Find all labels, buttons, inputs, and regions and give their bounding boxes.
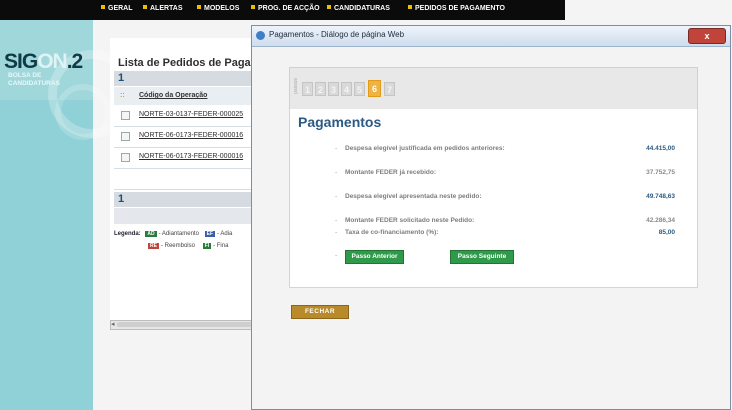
nav-item-alertas[interactable]: ALERTAS: [143, 5, 183, 12]
operation-code-link[interactable]: NORTE-06-0173-FEDER-000016: [139, 132, 243, 139]
bullet: -: [335, 217, 338, 224]
table-row: NORTE-06-0173-FEDER-000016: [114, 148, 262, 169]
page-number[interactable]: 1: [118, 72, 124, 84]
nav-item-modelos[interactable]: MODELOS: [197, 5, 239, 12]
logo-accent-text: ON: [37, 50, 67, 73]
operation-code-link[interactable]: NORTE-03-0137-FEDER-000025: [139, 111, 243, 118]
field-value: 49.748,63: [646, 193, 675, 200]
legend-badge-re: RE: [148, 243, 159, 249]
nav-label: PEDIDOS DE PAGAMENTO: [415, 5, 505, 12]
legend-badge-ad: AD: [145, 231, 157, 237]
field-label: Taxa de co-financiamento (%):: [345, 229, 439, 236]
step-2[interactable]: 2: [315, 82, 326, 96]
nav-label: GERAL: [108, 5, 133, 12]
legend-line-2: RE - Reembolso FI - Fina: [148, 243, 228, 249]
nav-item-prog-accao[interactable]: PROG. DE ACÇÃO: [251, 5, 320, 12]
field-value: 85,00: [658, 229, 675, 236]
nav-item-pedidos-pagamento[interactable]: PEDIDOS DE PAGAMENTO: [408, 5, 505, 12]
horizontal-scrollbar[interactable]: ◂: [110, 320, 254, 330]
step-6-active[interactable]: 6: [368, 80, 381, 97]
nav-bullet-icon: [197, 5, 201, 9]
logo-sub-line1: BOLSA DE: [8, 72, 42, 79]
legend-text: - Adia: [217, 231, 233, 237]
close-dialog-button[interactable]: FECHAR: [291, 305, 349, 319]
dialog-title: Pagamentos - Diálogo de página Web: [269, 30, 405, 39]
steps-bar: passos 1 2 3 4 5 6 7: [289, 67, 698, 111]
previous-step-button[interactable]: Passo Anterior: [345, 250, 404, 264]
row-checkbox[interactable]: [121, 153, 130, 162]
pagination-bar-bottom: 1: [114, 192, 262, 207]
logo-sub-line2: CANDIDATURAS: [8, 80, 60, 87]
steps-label: passos: [293, 78, 299, 94]
bullet: -: [335, 229, 338, 236]
decorative-ring-small: [55, 84, 111, 140]
table-row-empty: [114, 169, 262, 190]
nav-bullet-icon: [408, 5, 412, 9]
nav-label: ALERTAS: [150, 5, 183, 12]
sidebar-top-bar: [0, 0, 93, 20]
bullet: -: [335, 169, 338, 176]
pagination-bar-top: 1: [114, 71, 262, 86]
row-checkbox[interactable]: [121, 111, 130, 120]
column-header-operation-code[interactable]: Código da Operação: [139, 92, 207, 99]
step-4[interactable]: 4: [341, 82, 352, 96]
next-step-button[interactable]: Passo Seguinte: [450, 250, 514, 264]
field-label: Despesa elegível justificada em pedidos …: [345, 145, 505, 152]
payment-requests-panel: Lista de Pedidos de Pagame 1 :: Código d…: [110, 38, 267, 328]
table-row: NORTE-06-0173-FEDER-000016: [114, 127, 262, 148]
table-footer-bar: [114, 208, 262, 224]
scroll-left-icon[interactable]: ◂: [111, 320, 115, 328]
table-row: NORTE-03-0137-FEDER-000025: [114, 106, 262, 127]
field-label: Despesa elegível apresentada neste pedid…: [345, 193, 482, 200]
nav-item-candidaturas[interactable]: CANDIDATURAS: [327, 5, 390, 12]
legend-badge-ef: EF: [204, 231, 215, 237]
ie-icon: [256, 31, 265, 40]
legend-text: - Adiantamento: [158, 231, 199, 237]
legend-text: - Reembolso: [160, 243, 195, 249]
scrollbar-thumb[interactable]: [117, 322, 252, 327]
legend-badge-fi: FI: [202, 243, 212, 249]
bullet: -: [335, 252, 338, 259]
section-title: Pagamentos: [298, 114, 382, 130]
nav-label: MODELOS: [204, 5, 240, 12]
field-value: 44.415,00: [646, 145, 675, 152]
step-1[interactable]: 1: [302, 82, 313, 96]
nav-bullet-icon: [327, 5, 331, 9]
close-button[interactable]: x: [688, 28, 726, 44]
operation-code-link[interactable]: NORTE-06-0173-FEDER-000016: [139, 153, 243, 160]
nav-bullet-icon: [251, 5, 255, 9]
field-value: 37.752,75: [646, 169, 675, 176]
bullet: -: [335, 145, 338, 152]
field-value: 42.286,34: [646, 217, 675, 224]
field-label: Montante FEDER já recebido:: [345, 169, 437, 176]
legend-label: Legenda:: [114, 231, 141, 237]
select-all-icon[interactable]: ::: [120, 92, 125, 99]
logo-main-text: SIG: [4, 50, 38, 73]
legend: Legenda: AD - Adiantamento EF - Adia RE - R…: [114, 231, 233, 249]
step-3[interactable]: 3: [328, 82, 339, 96]
payments-dialog: Pagamentos - Diálogo de página Web x pas…: [251, 25, 731, 410]
table-header: :: Código da Operação: [114, 87, 262, 105]
nav-bullet-icon: [143, 5, 147, 9]
dialog-titlebar[interactable]: Pagamentos - Diálogo de página Web x: [252, 26, 730, 47]
dialog-content: passos 1 2 3 4 5 6 7 Pagamentos - Despes…: [252, 47, 730, 409]
top-navigation: GERAL ALERTAS MODELOS PROG. DE ACÇÃO CAN…: [93, 0, 565, 20]
step-5[interactable]: 5: [354, 82, 365, 96]
page-title: Lista de Pedidos de Pagame: [118, 57, 267, 69]
nav-bullet-icon: [101, 5, 105, 9]
app-logo[interactable]: SIGON.2: [4, 50, 83, 74]
bullet: -: [335, 193, 338, 200]
payments-section: Pagamentos - Despesa elegível justificad…: [289, 109, 698, 288]
page-number[interactable]: 1: [118, 193, 124, 205]
logo-subtitle: BOLSA DE CANDIDATURAS: [8, 72, 60, 88]
step-7[interactable]: 7: [384, 82, 395, 96]
logo-suffix-text: .2: [66, 50, 83, 73]
field-label: Montante FEDER solicitado neste Pedido:: [345, 217, 475, 224]
row-checkbox[interactable]: [121, 132, 130, 141]
sidebar: SIGON.2 BOLSA DE CANDIDATURAS: [0, 0, 136, 410]
nav-item-geral[interactable]: GERAL: [101, 5, 133, 12]
legend-text: - Fina: [213, 243, 229, 249]
nav-label: PROG. DE ACÇÃO: [258, 5, 320, 12]
nav-label: CANDIDATURAS: [334, 5, 390, 12]
